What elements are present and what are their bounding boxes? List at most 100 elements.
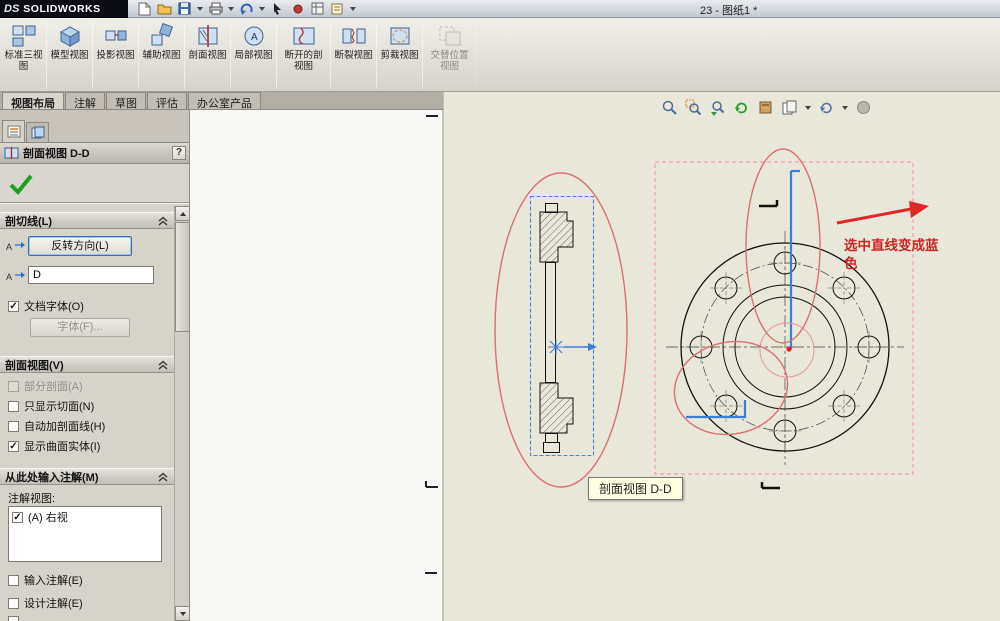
scroll-up-button[interactable] <box>175 206 190 221</box>
undo-dropdown-icon[interactable] <box>259 7 265 11</box>
ribbon-crop-view-button[interactable]: 剪裁视图 <box>377 21 423 89</box>
annotation-view-checkbox[interactable] <box>12 512 23 523</box>
scroll-down-button[interactable] <box>175 606 190 621</box>
ribbon-break-view-button[interactable]: 断裂视图 <box>331 21 377 89</box>
solidworks-logo: DS SOLIDWORKS <box>0 0 128 18</box>
auto-hatch-checkbox[interactable] <box>8 421 19 432</box>
redraw-icon[interactable] <box>732 98 751 117</box>
ribbon-section-view-button[interactable]: 剖面视图 <box>185 21 231 89</box>
section-view-feature-icon <box>4 146 19 160</box>
appearance-icon[interactable] <box>756 98 775 117</box>
panel-scrollbar[interactable] <box>174 206 190 621</box>
panel-header: 剖面视图 D-D ? <box>0 143 190 164</box>
group-header-cutline[interactable]: 剖切线(L) <box>0 212 174 229</box>
clipped-checkbox[interactable] <box>8 616 19 621</box>
graphics-area[interactable] <box>190 92 1000 621</box>
drawing-sheet[interactable] <box>443 92 1000 621</box>
model-view-icon <box>57 23 83 49</box>
display-style-dropdown-icon[interactable] <box>805 106 811 110</box>
note-dropdown-icon[interactable] <box>350 7 356 11</box>
ribbon-alternate-position-button[interactable]: 交替位置视图 <box>423 21 477 89</box>
print-icon[interactable] <box>207 1 224 16</box>
title-bar: DS SOLIDWORKS 23 - 图纸1 * <box>0 0 1000 18</box>
select-pointer-icon[interactable] <box>269 1 286 16</box>
configuration-tab[interactable] <box>26 122 49 142</box>
clipped-checkbox-row[interactable] <box>8 616 19 621</box>
svg-text:A: A <box>6 272 12 282</box>
open-icon[interactable] <box>156 1 173 16</box>
tab-annotation[interactable]: 注解 <box>65 92 105 109</box>
zoom-to-area-icon[interactable] <box>684 98 703 117</box>
panel-content: 剖切线(L) A 反转方向(L) A 文档字体(O) 字体(F)... 剖面视图… <box>0 206 174 621</box>
svg-text:A: A <box>6 242 12 252</box>
design-annotations-checkbox[interactable] <box>8 598 19 609</box>
annotation-views-listbox[interactable]: (A) 右视 <box>8 506 162 562</box>
auto-hatch-checkbox-row[interactable]: 自动加剖面线(H) <box>8 418 105 434</box>
break-view-icon <box>341 23 367 49</box>
ok-checkmark-icon[interactable] <box>8 172 34 196</box>
show-surface-bodies-checkbox[interactable] <box>8 441 19 452</box>
collapse-chevron-icon <box>157 360 169 370</box>
undo-icon[interactable] <box>238 1 255 16</box>
view-settings-sphere-icon[interactable] <box>854 98 873 117</box>
show-only-surface-checkbox[interactable] <box>8 401 19 412</box>
projected-view-icon <box>103 23 129 49</box>
annotation-note-icon[interactable] <box>329 1 346 16</box>
font-button[interactable]: 字体(F)... <box>30 318 130 337</box>
import-annotations-checkbox-row[interactable]: 输入注解(E) <box>8 572 83 588</box>
display-style-icon[interactable] <box>780 98 799 117</box>
quick-access-toolbar <box>128 1 357 16</box>
save-dropdown-icon[interactable] <box>197 7 203 11</box>
collapse-chevron-icon <box>157 472 169 482</box>
ribbon-broken-out-section-button[interactable]: 断开的剖视图 <box>277 21 331 89</box>
doc-font-checkbox[interactable] <box>8 301 19 312</box>
show-surface-bodies-checkbox-row[interactable]: 显示曲面实体(I) <box>8 438 100 454</box>
partial-section-checkbox-row[interactable]: 部分剖面(A) <box>8 378 83 394</box>
import-annotations-checkbox[interactable] <box>8 575 19 586</box>
ribbon-detail-view-button[interactable]: A 局部视图 <box>231 21 277 89</box>
property-manager-panel: 剖面视图 D-D ? 剖切线(L) A 反转方向(L) A 文档字体(O) 字体… <box>0 110 190 621</box>
flip-direction-button[interactable]: 反转方向(L) <box>28 236 132 256</box>
group-header-import-annotations[interactable]: 从此处输入注解(M) <box>0 468 174 485</box>
ribbon-model-view-button[interactable]: 模型视图 <box>47 21 93 89</box>
rebuild-icon[interactable] <box>289 1 306 16</box>
crop-view-icon <box>387 23 413 49</box>
solidworks-window: { "window": { "logo_prefix": "DS", "logo… <box>0 0 1000 621</box>
help-button[interactable]: ? <box>172 146 186 160</box>
new-document-icon[interactable] <box>136 1 153 16</box>
tab-office-products[interactable]: 办公室产品 <box>188 92 261 109</box>
group-header-section-view[interactable]: 剖面视图(V) <box>0 356 174 373</box>
print-dropdown-icon[interactable] <box>228 7 234 11</box>
show-only-surface-checkbox-row[interactable]: 只显示切面(N) <box>8 398 94 414</box>
tab-view-layout[interactable]: 视图布局 <box>2 92 64 109</box>
drawing-canvas[interactable] <box>190 92 1000 621</box>
ribbon-auxiliary-view-button[interactable]: 辅助视图 <box>139 21 185 89</box>
ribbon-standard-3-views-button[interactable]: 标准三视图 <box>1 21 47 89</box>
panel-tab-strip <box>0 110 190 143</box>
options-grid-icon[interactable] <box>309 1 326 16</box>
tab-evaluate[interactable]: 评估 <box>147 92 187 109</box>
doc-font-checkbox-row[interactable]: 文档字体(O) <box>8 298 84 314</box>
ribbon-projected-view-button[interactable]: 投影视图 <box>93 21 139 89</box>
partial-section-checkbox[interactable] <box>8 381 19 392</box>
confirm-strip <box>0 164 190 204</box>
annotation-view-item[interactable]: (A) 右视 <box>9 507 161 527</box>
propertymanager-tab[interactable] <box>2 120 25 142</box>
scrollbar-thumb[interactable] <box>175 222 190 332</box>
sheet-edge-ticks <box>425 116 438 573</box>
command-manager-ribbon: 标准三视图 模型视图 投影视图 辅助视图 剖面视图 A 局部视图 断开的剖视图 … <box>0 18 1000 92</box>
detail-view-icon: A <box>241 23 267 49</box>
configuration-tab-icon <box>31 126 45 139</box>
rotate-view-dropdown-icon[interactable] <box>842 106 848 110</box>
propertymanager-tab-icon <box>7 125 21 138</box>
design-annotations-checkbox-row[interactable]: 设计注解(E) <box>8 595 83 611</box>
rotate-view-icon[interactable] <box>817 98 836 117</box>
alternate-position-icon <box>437 23 463 49</box>
save-icon[interactable] <box>176 1 193 16</box>
zoom-fit-icon[interactable] <box>660 98 679 117</box>
tab-sketch[interactable]: 草图 <box>106 92 146 109</box>
section-view-tooltip: 剖面视图 D-D <box>588 477 683 500</box>
previous-view-icon[interactable] <box>708 98 727 117</box>
annotation-views-label: 注解视图: <box>8 490 55 506</box>
section-label-input[interactable] <box>28 266 154 284</box>
